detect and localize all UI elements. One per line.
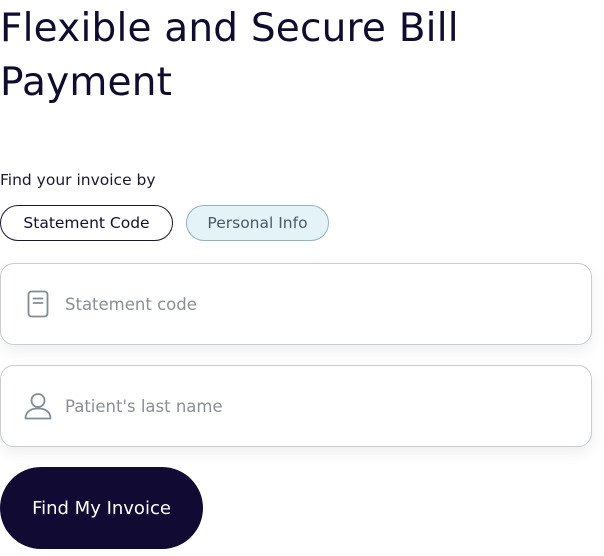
last-name-input[interactable] (63, 395, 547, 417)
statement-code-toggle[interactable]: Statement Code (0, 205, 173, 241)
personal-info-toggle[interactable]: Personal Info (186, 205, 329, 241)
user-icon (23, 390, 53, 422)
statement-code-field[interactable] (0, 263, 592, 345)
find-invoice-by-label: Find your invoice by (0, 171, 156, 189)
find-my-invoice-button[interactable]: Find My Invoice (0, 467, 203, 549)
document-icon (23, 288, 53, 320)
page-title: Flexible and Secure Bill Payment (0, 6, 459, 105)
last-name-field[interactable] (0, 365, 592, 447)
statement-code-input[interactable] (63, 293, 547, 315)
